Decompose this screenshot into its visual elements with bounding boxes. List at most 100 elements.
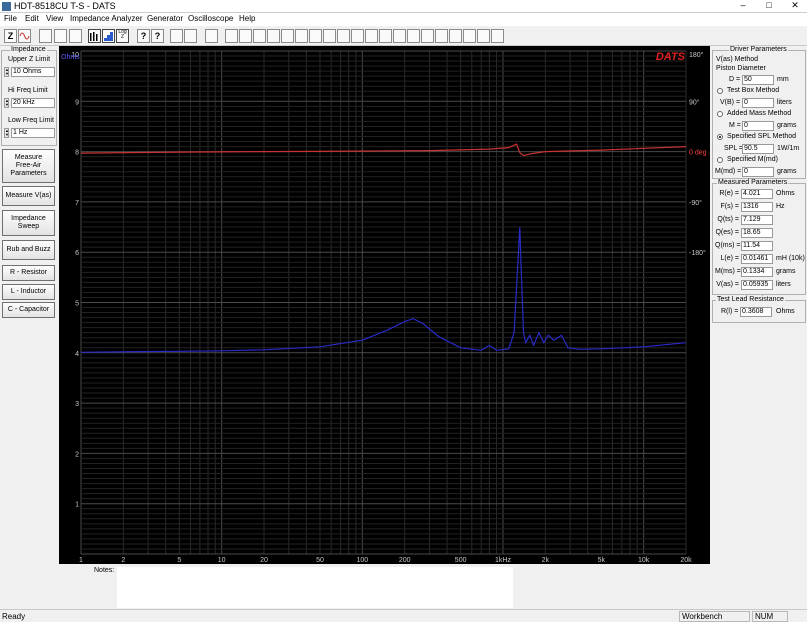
upper-z-spinner[interactable]: ▲ ▼ <box>4 67 9 77</box>
impedance-icon: Z <box>7 31 14 41</box>
impedance-group-title: Impedance <box>10 46 47 53</box>
param-unit: grams <box>776 268 796 275</box>
impedance-chart: 10 9 8 7 6 5 4 3 2 1 Ohms 180° 90° 0 deg -90° -180° 1 2 5 1… <box>61 50 707 564</box>
driver-parameters-group: Driver Parameters V(as) Method Piston Di… <box>712 46 806 179</box>
notes-input[interactable] <box>117 567 513 608</box>
mmd-input[interactable]: 0 <box>742 167 774 177</box>
whats-this-button[interactable]: ? <box>151 29 164 43</box>
param-label: R(e) = <box>719 190 739 197</box>
close-button[interactable]: ✕ <box>786 0 804 11</box>
toolbar-button-13[interactable] <box>393 29 406 43</box>
added-mass-radio[interactable] <box>717 111 723 117</box>
app-icon <box>2 2 11 11</box>
help-button[interactable]: ? <box>137 29 150 43</box>
toolbar-button-19[interactable] <box>477 29 490 43</box>
menu-view[interactable]: View <box>46 14 63 23</box>
specified-spl-radio[interactable] <box>717 134 723 140</box>
spl-input[interactable]: 90.5 <box>742 144 774 154</box>
y-tick-label: 6 <box>75 250 79 257</box>
menu-edit[interactable]: Edit <box>25 14 39 23</box>
maximize-button[interactable]: □ <box>760 0 778 11</box>
toolbar-button-b[interactable] <box>184 29 197 43</box>
spl-unit: 1W/1m <box>777 145 800 152</box>
toolbar-button-10[interactable] <box>351 29 364 43</box>
vb-unit: liters <box>777 99 792 106</box>
toolbar-button-a[interactable] <box>170 29 183 43</box>
toolbar-button-l2[interactable] <box>54 29 67 43</box>
x-tick-label: 20 <box>260 557 268 564</box>
measure-free-air-button[interactable]: Measure Free-Air Parameters <box>2 149 55 183</box>
toolbar-button-17[interactable] <box>449 29 462 43</box>
toolbar-button-6[interactable] <box>295 29 308 43</box>
menu-help[interactable]: Help <box>239 14 255 23</box>
y-tick-label: 2 <box>75 451 79 458</box>
menu-impedance-analyzer[interactable]: Impedance Analyzer <box>70 14 143 23</box>
toolbar-button-4[interactable] <box>267 29 280 43</box>
staircase-button[interactable] <box>102 29 115 43</box>
right-panel: Driver Parameters V(as) Method Piston Di… <box>711 46 807 608</box>
toolbar-button-c[interactable] <box>205 29 218 43</box>
param-label: Q(es) = <box>715 229 739 236</box>
toolbar-button-9[interactable] <box>337 29 350 43</box>
low-freq-input[interactable]: 1 Hz <box>11 128 55 138</box>
hi-freq-spinner[interactable]: ▲ ▼ <box>4 98 9 108</box>
param-unit: Hz <box>776 203 785 210</box>
menu-generator[interactable]: Generator <box>147 14 183 23</box>
toolbar-button-7[interactable] <box>309 29 322 43</box>
toolbar-button-11[interactable] <box>365 29 378 43</box>
toolbar-button-16[interactable] <box>435 29 448 43</box>
m-unit: grams <box>777 122 797 129</box>
workbench-indicator: Workbench <box>679 611 750 622</box>
vb-input[interactable]: 0 <box>742 98 774 108</box>
param-label: Q(ms) = <box>715 242 741 249</box>
low-freq-spinner[interactable]: ▲ ▼ <box>4 128 9 138</box>
impedance-mode-button[interactable]: Z <box>4 29 17 43</box>
test-box-radio[interactable] <box>717 88 723 94</box>
notes-label: Notes: <box>94 567 115 574</box>
toolbar-button-20[interactable] <box>491 29 504 43</box>
resistor-button[interactable]: R - Resistor <box>2 265 55 281</box>
capacitor-button[interactable]: C - Capacitor <box>2 302 55 318</box>
param-unit: mH (10k) <box>776 255 805 262</box>
sine-generator-button[interactable] <box>18 29 31 43</box>
phase-tick-label: 0 deg <box>689 150 707 157</box>
inductor-button[interactable]: L - Inductor <box>2 284 55 300</box>
menu-file[interactable]: File <box>4 14 17 23</box>
upper-z-input[interactable]: 10 Ohms <box>11 67 55 77</box>
rub-and-buzz-button[interactable]: Rub and Buzz <box>2 240 55 260</box>
sine-wave-icon <box>19 32 30 40</box>
bar-graph-button[interactable] <box>88 29 101 43</box>
toolbar-button-14[interactable] <box>407 29 420 43</box>
toolbar-button-15[interactable] <box>421 29 434 43</box>
toolbar-button-1[interactable] <box>225 29 238 43</box>
toolbar-button-8[interactable] <box>323 29 336 43</box>
toolbar-button-18[interactable] <box>463 29 476 43</box>
minimize-button[interactable]: – <box>734 0 752 11</box>
x-tick-label: 2 <box>121 557 125 564</box>
toolbar-button-12[interactable] <box>379 29 392 43</box>
measure-vas-button[interactable]: Measure V(as) <box>2 186 55 206</box>
toolbar-button-3[interactable] <box>253 29 266 43</box>
toolbar-button-2[interactable] <box>239 29 252 43</box>
phase-tick-label: -90° <box>689 199 702 207</box>
toolbar: Z Log Z ? ? <box>0 27 807 46</box>
hi-freq-input[interactable]: 20 kHz <box>11 98 55 108</box>
x-tick-label: 500 <box>455 557 467 564</box>
specified-mmd-radio[interactable] <box>717 157 723 163</box>
toolbar-button-5[interactable] <box>281 29 294 43</box>
impedance-plot[interactable]: 10 9 8 7 6 5 4 3 2 1 Ohms 180° 90° 0 deg -90° -180° 1 2 5 1… <box>59 46 710 564</box>
log-z-button[interactable]: Log Z <box>116 29 129 43</box>
menu-oscilloscope[interactable]: Oscilloscope <box>188 14 233 23</box>
toolbar-button-l1[interactable] <box>39 29 52 43</box>
toolbar-button-l3[interactable] <box>69 29 82 43</box>
dats-logo: DATS <box>656 51 686 63</box>
window-title: HDT-8518CU T-S - DATS <box>14 1 116 11</box>
y-tick-label: 3 <box>75 401 79 408</box>
status-text: Ready <box>2 612 26 621</box>
piston-diameter-input[interactable]: 50 <box>742 75 774 85</box>
measured-parameters-group: Measured Parameters R(e) = 4.021 Ohms F(s) … <box>712 179 806 295</box>
impedance-sweep-button[interactable]: Impedance Sweep <box>2 210 55 236</box>
m-input[interactable]: 0 <box>742 121 774 131</box>
param-unit: liters <box>776 281 791 288</box>
spl-label: SPL = <box>724 145 744 152</box>
